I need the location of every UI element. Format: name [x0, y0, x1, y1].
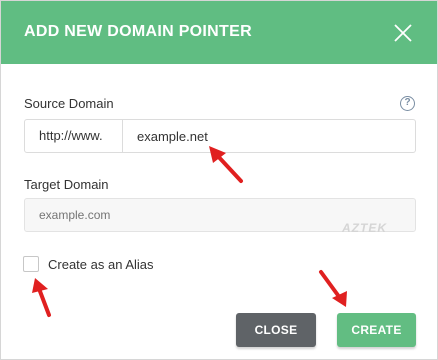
alias-checkbox-label[interactable]: Create as an Alias	[48, 257, 154, 272]
target-domain-label: Target Domain	[24, 177, 109, 192]
source-domain-label: Source Domain	[24, 96, 114, 111]
add-domain-pointer-dialog: ADD NEW DOMAIN POINTER Source Domain ? h…	[0, 0, 438, 360]
source-domain-input[interactable]	[123, 120, 415, 152]
arrow-create-button-icon	[319, 270, 347, 307]
help-icon[interactable]: ?	[400, 96, 415, 111]
source-domain-prefix: http://www.	[25, 120, 123, 152]
dialog-title: ADD NEW DOMAIN POINTER	[24, 23, 252, 40]
close-icon[interactable]	[391, 21, 415, 45]
create-button[interactable]: CREATE	[337, 313, 416, 347]
dialog-header: ADD NEW DOMAIN POINTER	[1, 1, 437, 64]
source-domain-field: http://www.	[24, 119, 416, 153]
close-button[interactable]: CLOSE	[236, 313, 316, 347]
alias-checkbox[interactable]	[23, 256, 39, 272]
arrow-alias-checkbox-icon	[32, 278, 51, 317]
watermark-logo: AZTEK	[342, 221, 387, 235]
